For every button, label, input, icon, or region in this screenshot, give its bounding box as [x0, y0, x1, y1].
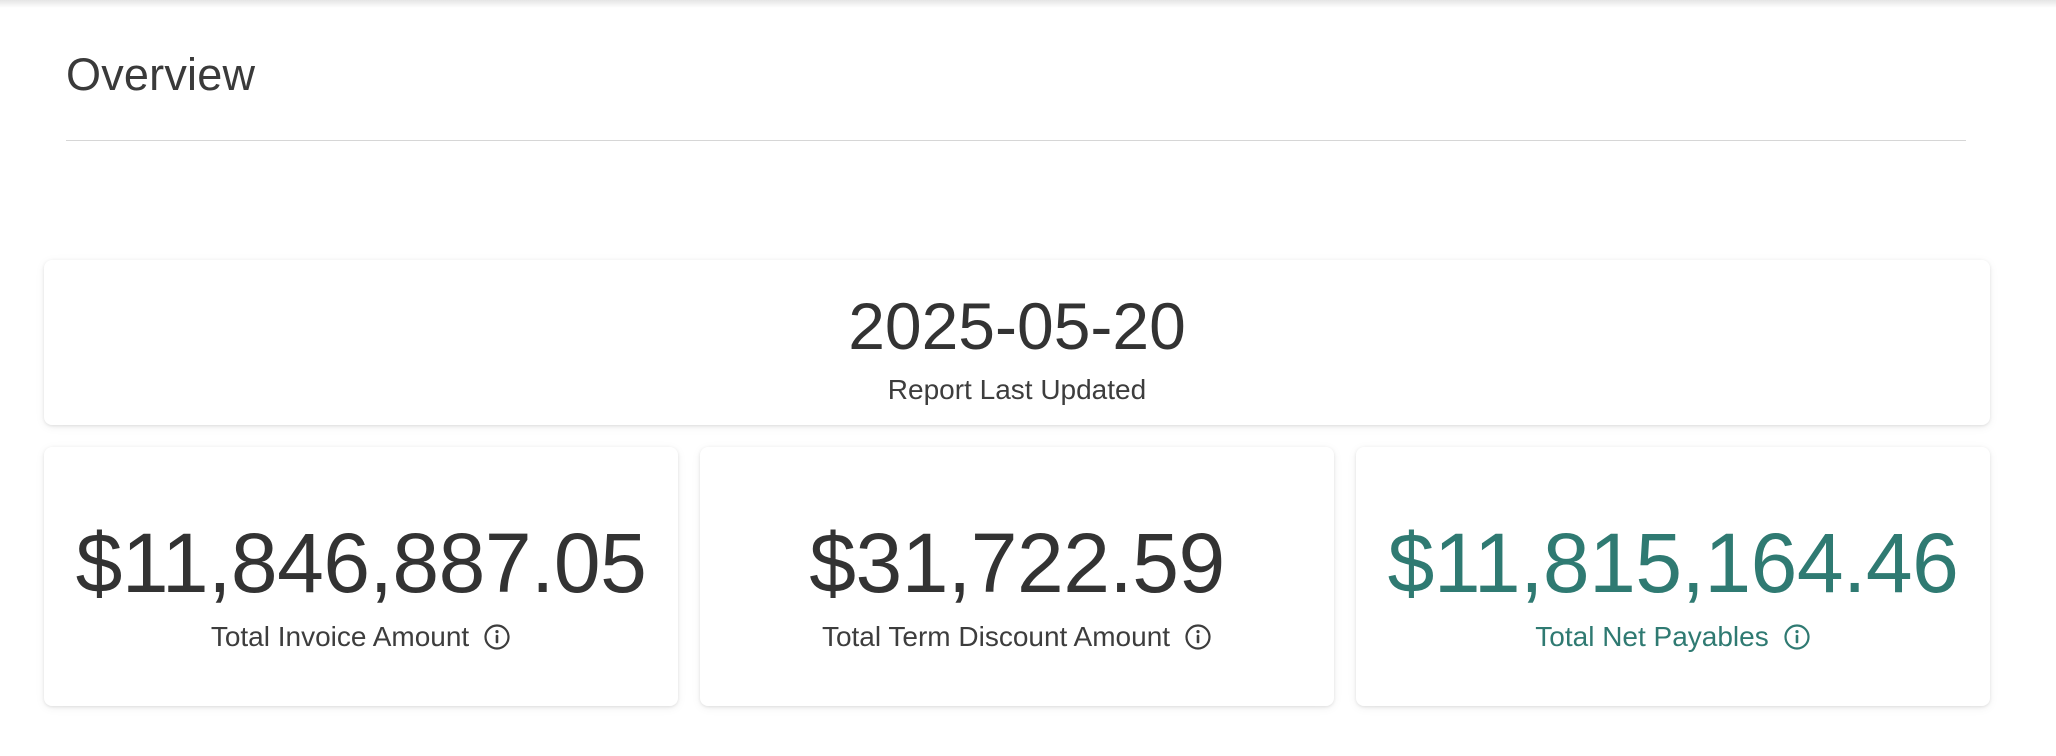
- total-term-discount-label-row: Total Term Discount Amount: [700, 619, 1334, 655]
- total-net-payables-card: $11,815,164.46 Total Net Payables: [1356, 447, 1990, 706]
- header-shadow: [0, 0, 2056, 8]
- total-net-payables-label: Total Net Payables: [1535, 621, 1769, 652]
- info-icon[interactable]: [483, 623, 511, 651]
- total-invoice-amount-card: $11,846,887.05 Total Invoice Amount: [44, 447, 678, 706]
- total-net-payables-value: $11,815,164.46: [1387, 516, 1959, 610]
- total-invoice-amount-label: Total Invoice Amount: [210, 621, 470, 652]
- total-invoice-amount-label-row: Total Invoice Amount: [44, 619, 678, 655]
- report-updated-card: 2025-05-20 Report Last Updated: [44, 260, 1990, 425]
- total-term-discount-value: $31,722.59: [809, 516, 1225, 610]
- total-term-discount-card: $31,722.59 Total Term Discount Amount: [700, 447, 1334, 706]
- info-icon[interactable]: [1783, 623, 1811, 651]
- info-icon[interactable]: [1184, 623, 1212, 651]
- title-divider: [66, 140, 1966, 141]
- total-term-discount-label: Total Term Discount Amount: [821, 621, 1171, 652]
- total-net-payables-label-row: Total Net Payables: [1356, 619, 1990, 655]
- page-title: Overview: [66, 49, 256, 100]
- report-updated-label: Report Last Updated: [887, 374, 1147, 405]
- total-invoice-amount-value: $11,846,887.05: [75, 516, 647, 610]
- report-updated-date: 2025-05-20: [848, 289, 1186, 363]
